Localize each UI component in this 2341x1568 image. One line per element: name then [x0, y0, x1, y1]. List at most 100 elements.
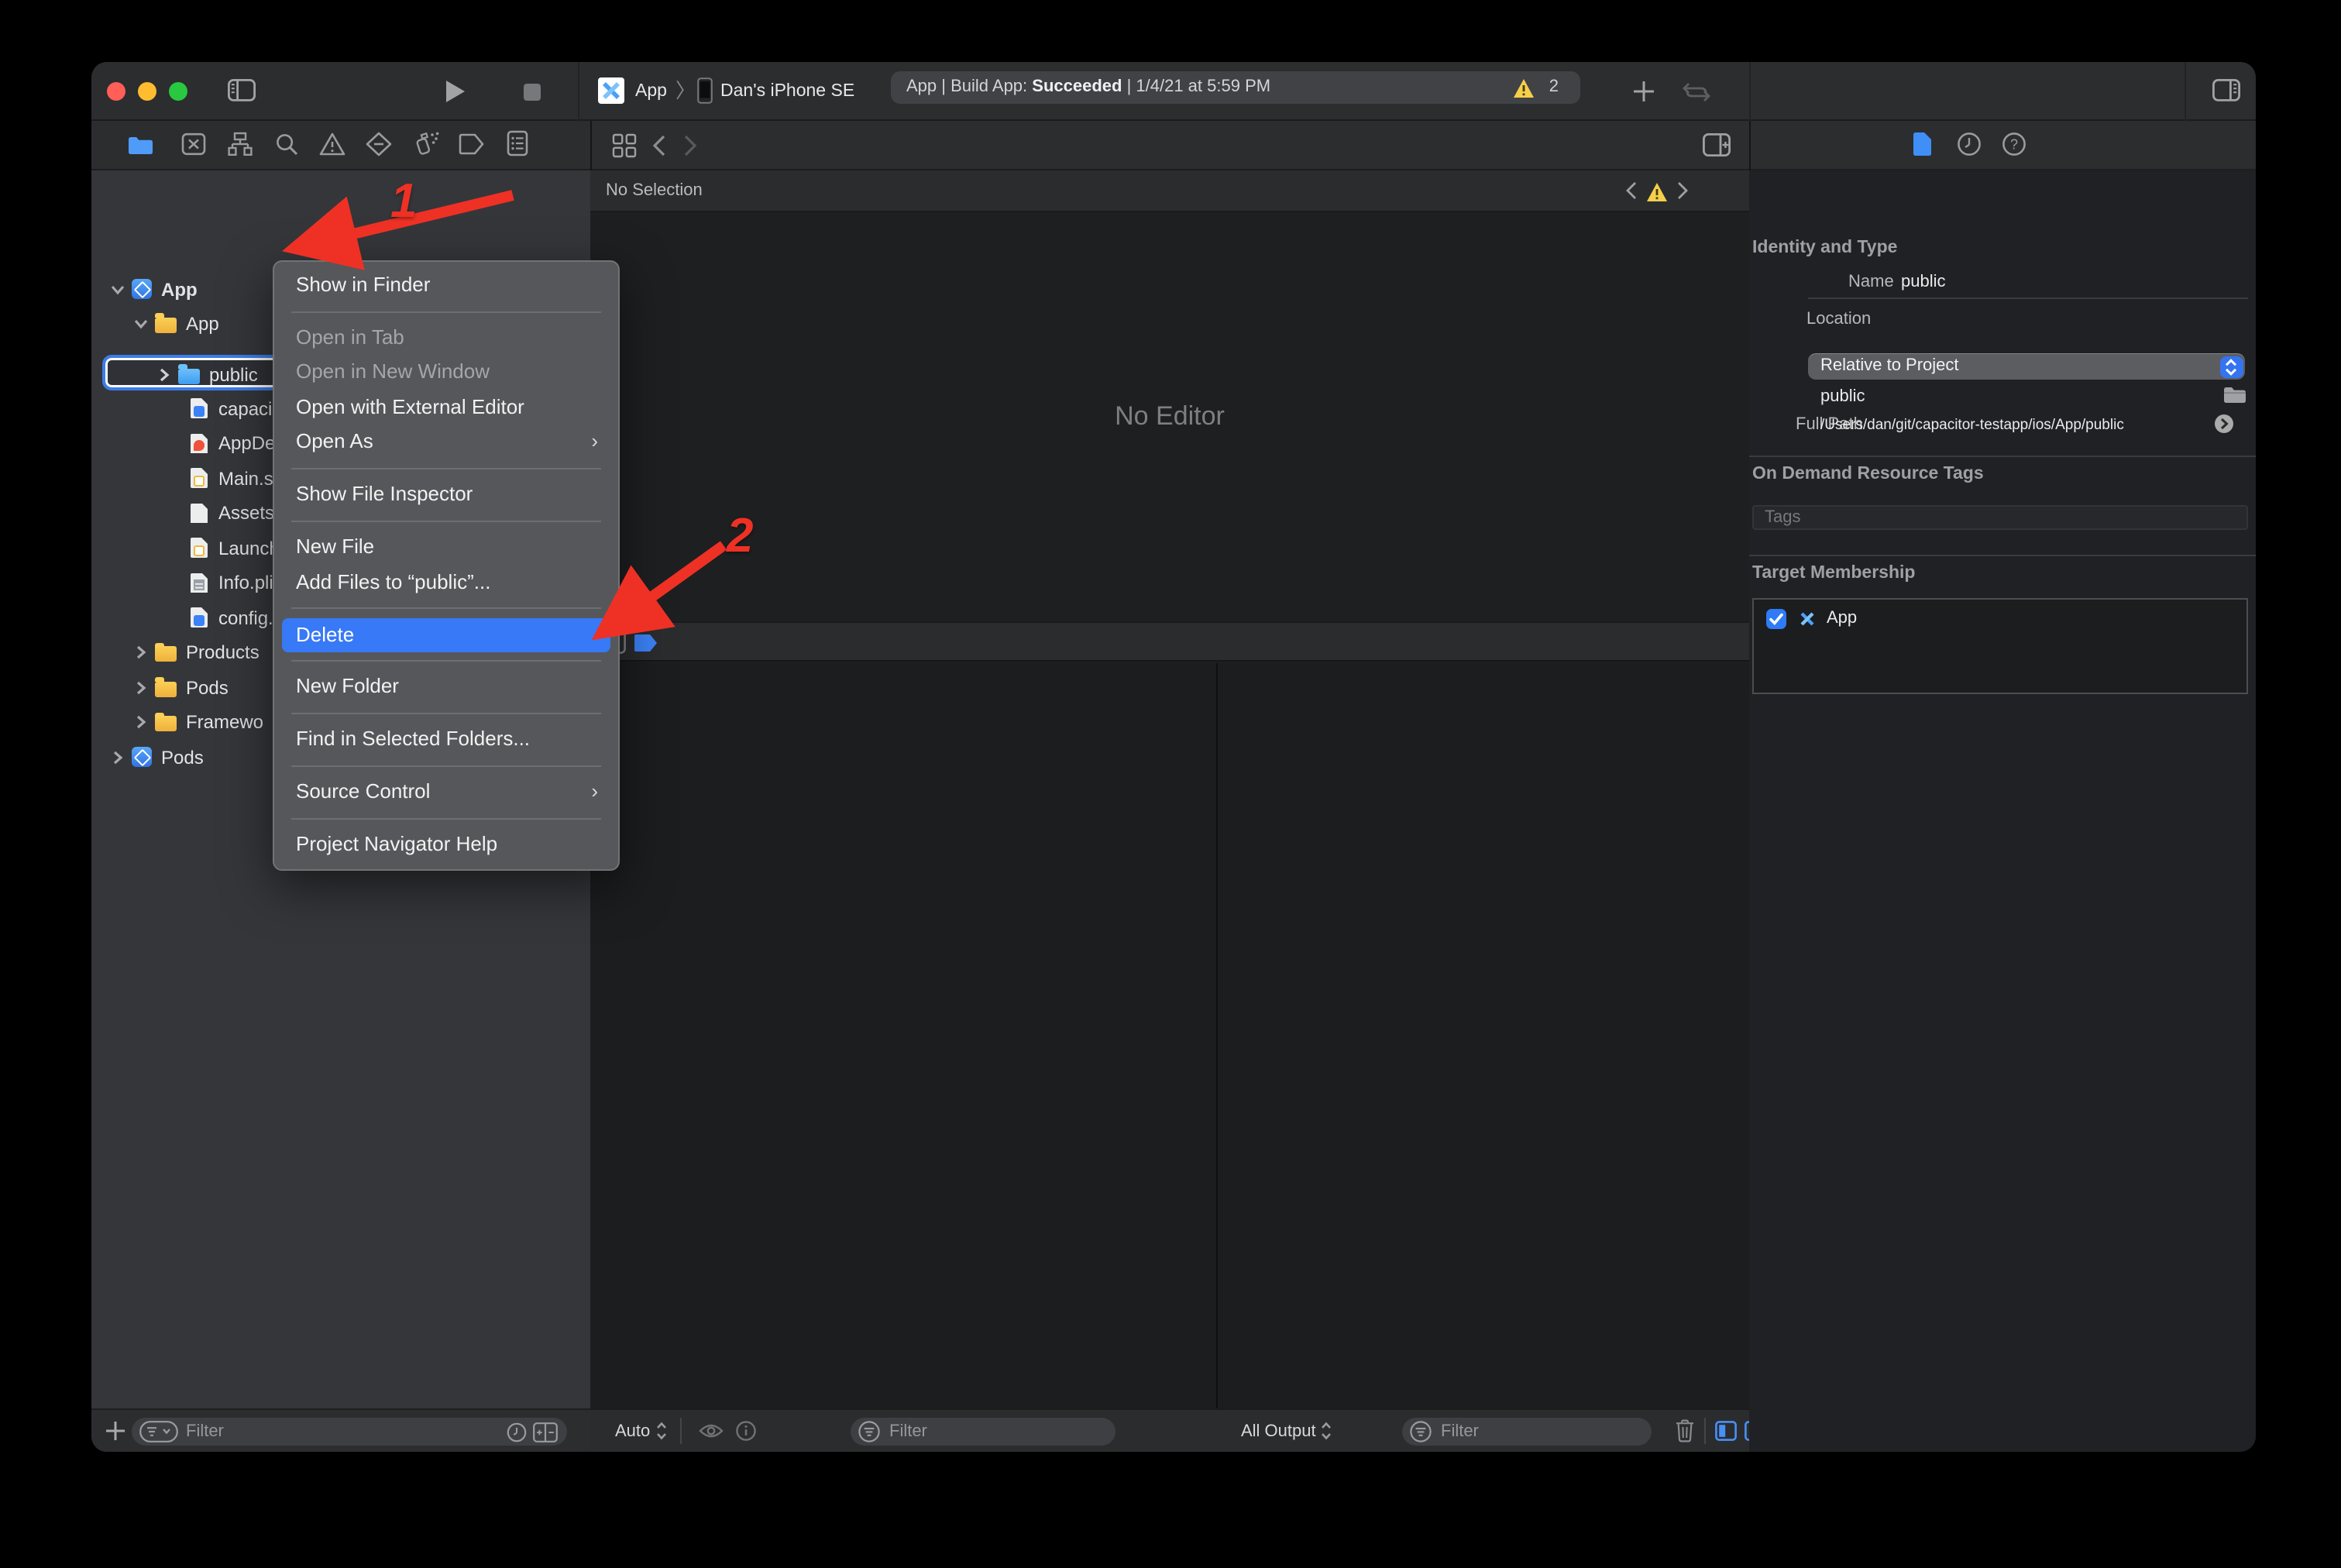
menu-item-open-as[interactable]: Open As›	[282, 425, 610, 460]
add-file-icon[interactable]	[105, 1421, 125, 1441]
app-project-icon[interactable]	[598, 77, 624, 104]
open-path-arrow-icon[interactable]	[2214, 414, 2234, 434]
close-button[interactable]	[107, 82, 125, 101]
chevron-right-icon[interactable]	[156, 366, 172, 382]
warning-icon[interactable]	[1514, 78, 1534, 97]
divider	[680, 1418, 682, 1444]
target-name: App	[1827, 609, 1857, 628]
menu-item-find-in-selected-folders[interactable]: Find in Selected Folders...	[282, 723, 610, 758]
menu-item-show-in-finder[interactable]: Show in Finder	[282, 268, 610, 303]
report-navigator-tab-icon[interactable]	[507, 130, 528, 156]
zoom-button[interactable]	[169, 82, 187, 101]
related-items-icon[interactable]	[612, 133, 637, 158]
tree-label: AppDe	[218, 432, 275, 454]
chevron-right-icon[interactable]	[110, 749, 125, 765]
forward-icon[interactable]	[683, 135, 697, 156]
test-navigator-tab-icon[interactable]	[366, 132, 392, 156]
console-scope-menu[interactable]: All Output	[1241, 1421, 1333, 1441]
target-checkbox[interactable]	[1766, 609, 1786, 629]
variables-scope-menu[interactable]: Auto	[615, 1421, 667, 1441]
recent-files-icon[interactable]	[507, 1422, 527, 1442]
file-icon	[191, 607, 208, 628]
clear-console-trash-icon[interactable]	[1675, 1419, 1695, 1442]
chevron-right-icon[interactable]	[133, 714, 149, 730]
info-icon[interactable]	[736, 1421, 756, 1441]
menu-item-source-control[interactable]: Source Control›	[282, 775, 610, 810]
group-value: public	[1820, 387, 1865, 406]
tree-label: public	[209, 363, 258, 385]
menu-item-delete[interactable]: Delete	[282, 617, 610, 652]
tags-input[interactable]: Tags	[1752, 505, 2248, 530]
history-inspector-tab-icon[interactable]	[1957, 132, 1982, 156]
menu-separator	[291, 468, 601, 469]
issue-warning-icon[interactable]	[1647, 182, 1667, 201]
tree-label: App	[186, 312, 219, 334]
menu-item-open-with-external-editor[interactable]: Open with External Editor	[282, 390, 610, 425]
find-navigator-tab-icon[interactable]	[274, 132, 299, 156]
tree-label: Pods	[161, 746, 204, 768]
menu-separator	[291, 765, 601, 767]
navigator-filter-input[interactable]: Filter	[132, 1418, 567, 1446]
menu-item-show-file-inspector[interactable]: Show File Inspector	[282, 478, 610, 513]
chevron-right-icon[interactable]	[133, 679, 149, 695]
breakpoint-navigator-tab-icon[interactable]	[459, 133, 485, 155]
svg-text:?: ?	[2010, 136, 2018, 152]
updown-chevrons-icon	[1321, 1421, 1333, 1441]
menu-item-project-navigator-help[interactable]: Project Navigator Help	[282, 827, 610, 862]
stop-button[interactable]	[524, 84, 541, 101]
run-destination[interactable]: Dan's iPhone SE	[720, 62, 854, 121]
target-heading: Target Membership	[1752, 564, 1915, 583]
quicklook-eye-icon[interactable]	[699, 1422, 724, 1439]
editor-area: No Selection No Editor Auto	[590, 170, 1749, 1452]
console-filter-input[interactable]: Filter	[1402, 1418, 1652, 1446]
back-icon[interactable]	[652, 135, 666, 156]
inspector-toggle-icon[interactable]	[2212, 79, 2240, 102]
add-editor-icon[interactable]	[1703, 133, 1731, 156]
menu-item-add-files[interactable]: Add Files to “public”...	[282, 565, 610, 600]
activity-view[interactable]: App | Build App: Succeeded | 1/4/21 at 5…	[891, 71, 1580, 104]
toolbar-divider	[2185, 62, 2186, 121]
location-dropdown[interactable]: Relative to Project	[1808, 353, 2245, 380]
run-button[interactable]	[446, 81, 465, 102]
project-navigator-tab-icon[interactable]	[127, 133, 153, 156]
chevron-down-icon[interactable]	[133, 315, 149, 331]
odr-heading: On Demand Resource Tags	[1752, 465, 1984, 483]
code-review-icon[interactable]	[1683, 82, 1710, 102]
scheme-name[interactable]: App	[635, 62, 667, 121]
issue-navigator-tab-icon[interactable]	[319, 132, 345, 156]
chevron-right-icon[interactable]	[133, 645, 149, 660]
breakpoints-toggle-icon[interactable]	[634, 634, 658, 652]
storyboard-file-icon	[191, 538, 208, 558]
variables-filter-input[interactable]: Filter	[851, 1418, 1115, 1446]
tree-label: Assets	[218, 502, 274, 524]
location-label: Location	[1806, 310, 1871, 328]
file-inspector-tab-icon[interactable]	[1912, 132, 1932, 156]
choose-folder-icon[interactable]	[2223, 386, 2246, 404]
warning-count[interactable]: 2	[1549, 71, 1559, 104]
chevron-down-icon[interactable]	[110, 281, 125, 297]
menu-separator	[291, 713, 601, 714]
help-inspector-tab-icon[interactable]: ?	[2002, 132, 2026, 156]
sidebar-toggle-icon[interactable]	[228, 79, 256, 102]
next-issue-icon[interactable]	[1676, 181, 1689, 200]
toolbar-divider	[578, 62, 579, 121]
menu-item-new-file[interactable]: New File	[282, 530, 610, 565]
source-control-navigator-tab-icon[interactable]	[181, 132, 206, 156]
show-variables-pane-icon[interactable]	[1715, 1421, 1737, 1441]
menu-separator	[291, 818, 601, 820]
folder-icon	[155, 317, 177, 332]
tree-label: Launch	[218, 537, 280, 559]
library-add-icon[interactable]	[1633, 81, 1655, 102]
source-control-status-filter-icon[interactable]	[533, 1422, 558, 1442]
context-menu: Show in Finder Open in Tab Open in New W…	[273, 260, 620, 870]
menu-item-new-folder[interactable]: New Folder	[282, 670, 610, 705]
section-divider	[1749, 555, 2256, 556]
minimize-button[interactable]	[138, 82, 156, 101]
debug-navigator-tab-icon[interactable]	[412, 130, 440, 156]
symbol-navigator-tab-icon[interactable]	[228, 132, 253, 156]
tree-label: config.	[218, 607, 273, 628]
debug-pane-divider[interactable]	[1216, 663, 1218, 1452]
previous-issue-icon[interactable]	[1625, 181, 1638, 200]
name-value[interactable]: public	[1901, 273, 1946, 291]
debug-bar	[590, 621, 1749, 662]
